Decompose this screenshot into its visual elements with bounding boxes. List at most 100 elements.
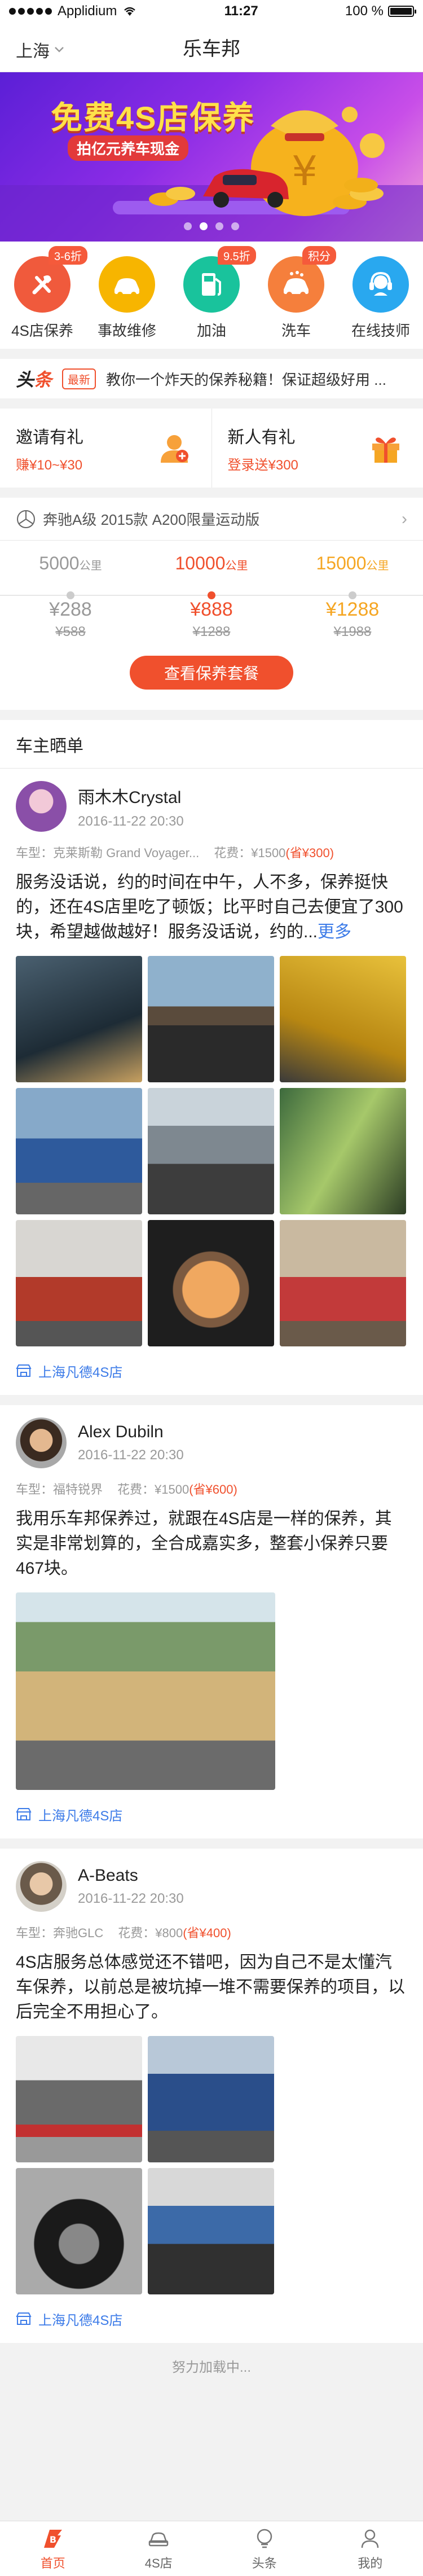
post-photo[interactable]	[148, 1088, 274, 1214]
clock: 11:27	[224, 3, 258, 19]
shop-name: 上海凡德4S店	[38, 2312, 123, 2328]
banner-pager[interactable]	[0, 222, 423, 230]
reward-row: 邀请有礼 赚¥10~¥30 新人有礼 登录送¥300	[0, 409, 423, 488]
photo-grid	[16, 2036, 407, 2294]
shop-link[interactable]: 上海凡德4S店	[16, 1346, 407, 1395]
tab-home[interactable]: B 首页	[0, 2521, 106, 2576]
plan-option[interactable]: 15000公里 ¥1288 ¥1988	[282, 553, 423, 648]
service-accident-repair[interactable]: 事故维修	[85, 256, 169, 349]
service-online-technician[interactable]: 在线技师	[338, 256, 423, 349]
username: 雨木木Crystal	[78, 788, 182, 807]
post-photo[interactable]	[148, 1220, 274, 1346]
post-meta: 车型：福特锐界 花费：¥1500(省¥600)	[16, 1480, 407, 1498]
more-link[interactable]: 更多	[318, 923, 351, 941]
shop-link[interactable]: 上海凡德4S店	[16, 2294, 407, 2343]
newbie-sub: 登录送¥300	[227, 457, 298, 473]
post-photo[interactable]	[280, 956, 406, 1082]
post-photo[interactable]	[16, 2168, 142, 2294]
plan-marker	[67, 591, 74, 599]
post-photo[interactable]	[16, 2036, 142, 2162]
post-photo[interactable]	[16, 1088, 142, 1214]
tab-headlines[interactable]: 头条	[211, 2521, 318, 2576]
pager-dot-active[interactable]	[200, 222, 208, 230]
maintenance-plan-card: 奔驰A级 2015款 A200限量运动版 › 5000公里 ¥288 ¥588 …	[0, 498, 423, 710]
tab-bar: B 首页 4S店 头条 我的	[0, 2521, 423, 2576]
invite-sub: 赚¥10~¥30	[16, 457, 83, 473]
city-label: 上海	[16, 42, 50, 61]
page-title: 乐车邦	[183, 38, 240, 60]
service-label: 在线技师	[351, 322, 410, 339]
service-label: 事故维修	[97, 322, 156, 339]
car-model: 车型：克莱斯勒 Grand Voyager...	[16, 846, 200, 860]
cost: 花费：¥1500	[214, 846, 286, 860]
review-post[interactable]: 雨木木Crystal 2016-11-22 20:30 车型：克莱斯勒 Gran…	[0, 769, 423, 1395]
review-post[interactable]: Alex Dubiln 2016-11-22 20:30 车型：福特锐界 花费：…	[0, 1405, 423, 1838]
svg-text:¥: ¥	[292, 147, 318, 195]
pager-dot[interactable]	[184, 222, 192, 230]
car-model: 车型：福特锐界	[16, 1482, 103, 1497]
avatar[interactable]	[16, 1861, 67, 1912]
headline-text: 教你一个炸天的保养秘籍！保证超级好用 ...	[106, 371, 386, 388]
newbie-title: 新人有礼	[227, 428, 296, 447]
plan-price: ¥1288	[325, 599, 380, 620]
post-photo[interactable]	[16, 956, 142, 1082]
post-photo[interactable]	[280, 1220, 406, 1346]
avatar[interactable]	[16, 1418, 67, 1468]
car-selector[interactable]: 奔驰A级 2015款 A200限量运动版 ›	[0, 498, 423, 541]
plan-option-selected[interactable]: 10000公里 ¥888 ¥1288	[141, 553, 282, 648]
post-photo[interactable]	[148, 2168, 274, 2294]
new-tag: 最新	[62, 368, 96, 389]
car-wash-icon	[268, 256, 324, 313]
plan-original-price: ¥1988	[333, 624, 372, 639]
post-author[interactable]: A-Beats 2016-11-22 20:30	[16, 1861, 407, 1912]
plan-original-price: ¥588	[55, 624, 86, 639]
shop-link[interactable]: 上海凡德4S店	[16, 1790, 407, 1838]
plan-option[interactable]: 5000公里 ¥288 ¥588	[0, 553, 141, 648]
status-bar: Applidium 11:27 100 %	[0, 0, 423, 23]
post-photo[interactable]	[148, 2036, 274, 2162]
post-date: 2016-11-22 20:30	[78, 814, 184, 829]
post-author[interactable]: Alex Dubiln 2016-11-22 20:30	[16, 1418, 407, 1468]
discount-badge: 3-6折	[49, 246, 87, 265]
headline-ticker[interactable]: 头条 最新 教你一个炸天的保养秘籍！保证超级好用 ...	[0, 359, 423, 398]
cost: 花费：¥1500	[117, 1482, 190, 1497]
saving: (省¥400)	[183, 1926, 231, 1940]
tab-me[interactable]: 我的	[318, 2521, 423, 2576]
chevron-down-icon	[55, 47, 64, 52]
service-maintenance[interactable]: 4S店保养 3-6折	[0, 246, 87, 349]
section-title: 车主晒单	[0, 720, 423, 769]
post-photo[interactable]	[16, 1592, 275, 1790]
avatar[interactable]	[16, 781, 67, 832]
tab-4s-store[interactable]: 4S店	[106, 2521, 212, 2576]
pager-dot[interactable]	[215, 222, 223, 230]
review-post[interactable]: A-Beats 2016-11-22 20:30 车型：奔驰GLC 花费：¥80…	[0, 1849, 423, 2343]
post-author[interactable]: 雨木木Crystal 2016-11-22 20:30	[16, 781, 407, 832]
service-fuel[interactable]: 加油 9.5折	[169, 246, 256, 349]
store-icon	[16, 1364, 32, 1377]
promo-banner[interactable]: ¥ 免费4S店保养 拍亿元养车现金	[0, 72, 423, 242]
tab-label: 首页	[40, 2556, 65, 2570]
newbie-reward[interactable]: 新人有礼 登录送¥300	[211, 409, 423, 488]
battery-icon	[387, 6, 416, 17]
photo-grid	[16, 1592, 407, 1790]
car-model: 车型：奔驰GLC	[16, 1926, 104, 1940]
points-badge: 积分	[302, 246, 336, 265]
post-photo[interactable]	[16, 1220, 142, 1346]
banner-headline: 免费4S店保养	[51, 100, 255, 135]
post-photo[interactable]	[280, 1088, 406, 1214]
post-meta: 车型：奔驰GLC 花费：¥800(省¥400)	[16, 1923, 407, 1941]
nav-bar: 上海 乐车邦	[0, 23, 423, 72]
invite-reward[interactable]: 邀请有礼 赚¥10~¥30	[0, 409, 211, 488]
view-plan-button[interactable]: 查看保养套餐	[130, 656, 293, 690]
service-car-wash[interactable]: 洗车 积分	[254, 246, 338, 349]
bulb-icon	[257, 2529, 272, 2548]
city-selector[interactable]: 上海	[16, 37, 64, 62]
tab-label: 4S店	[144, 2556, 173, 2570]
plan-km: 15000	[316, 553, 367, 573]
headset-icon	[352, 256, 409, 313]
signal-icon	[9, 8, 52, 15]
person-icon	[362, 2529, 379, 2548]
pager-dot[interactable]	[231, 222, 239, 230]
post-content: 我用乐车邦保养过，就跟在4S店是一样的保养，其实是非常划算的，全合成嘉实多，整套…	[16, 1509, 392, 1578]
post-photo[interactable]	[148, 956, 274, 1082]
